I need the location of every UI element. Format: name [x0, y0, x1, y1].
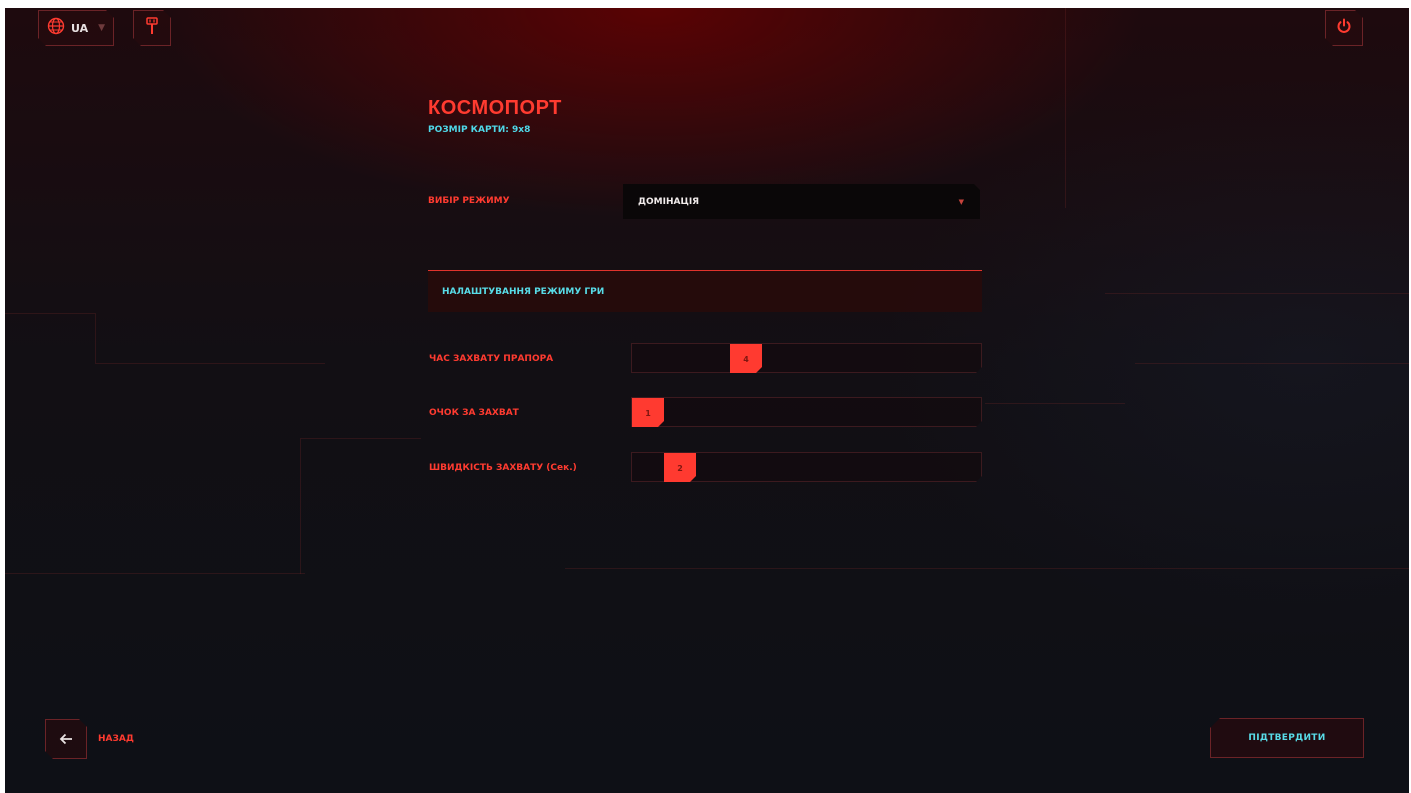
decor-line — [1105, 293, 1409, 294]
decor-line — [1135, 363, 1409, 364]
slider-thumb[interactable]: 4 — [730, 344, 762, 374]
map-title: КОСМОПОРТ — [428, 97, 562, 119]
decor-line — [565, 568, 1409, 569]
confirm-button-label: ПІДТВЕРДИТИ — [1248, 733, 1326, 743]
back-button[interactable] — [45, 719, 87, 759]
globe-icon — [47, 17, 65, 39]
decor-line — [300, 438, 421, 574]
game-settings-screen: UA ▼ КОСМОПОРТ РОЗМІР КАРТИ: 9x8 ВИБІР Р… — [5, 8, 1409, 793]
chevron-down-icon: ▼ — [958, 198, 964, 206]
tool-button[interactable] — [133, 10, 171, 46]
decor-line — [95, 313, 96, 363]
slider-thumb[interactable]: 2 — [664, 453, 696, 483]
decor-line — [5, 313, 95, 314]
decor-line — [1065, 8, 1066, 208]
language-code: UA — [71, 21, 89, 35]
decor-line — [985, 403, 1125, 404]
back-label[interactable]: НАЗАД — [98, 734, 134, 744]
key-tool-icon — [145, 17, 159, 39]
decor-line — [95, 363, 325, 364]
mode-dropdown[interactable]: ДОМІНАЦІЯ ▼ — [623, 184, 980, 219]
mode-dropdown-value: ДОМІНАЦІЯ — [638, 196, 700, 207]
settings-section-title: НАЛАШТУВАННЯ РЕЖИМУ ГРИ — [442, 286, 605, 297]
decor-line — [5, 573, 305, 574]
confirm-button[interactable]: ПІДТВЕРДИТИ — [1210, 718, 1364, 758]
map-size-label: РОЗМІР КАРТИ: 9x8 — [428, 125, 531, 135]
capture-speed-label: ШВИДКІСТЬ ЗАХВАТУ (Сек.) — [429, 463, 577, 473]
flag-capture-time-label: ЧАС ЗАХВАТУ ПРАПОРА — [429, 354, 554, 364]
arrow-left-icon — [59, 730, 73, 749]
power-button[interactable] — [1325, 10, 1363, 46]
capture-speed-slider[interactable]: 2 — [631, 452, 982, 482]
mode-select-label: ВИБІР РЕЖИМУ — [428, 196, 510, 206]
points-per-capture-slider[interactable]: 1 — [631, 397, 982, 427]
language-selector[interactable]: UA ▼ — [38, 10, 114, 46]
power-icon — [1336, 18, 1352, 38]
caret-down-icon: ▼ — [98, 23, 106, 33]
points-per-capture-label: ОЧОК ЗА ЗАХВАТ — [429, 408, 519, 418]
settings-section-header: НАЛАШТУВАННЯ РЕЖИМУ ГРИ — [428, 270, 982, 312]
slider-thumb[interactable]: 1 — [632, 398, 664, 428]
flag-capture-time-slider[interactable]: 4 — [631, 343, 982, 373]
